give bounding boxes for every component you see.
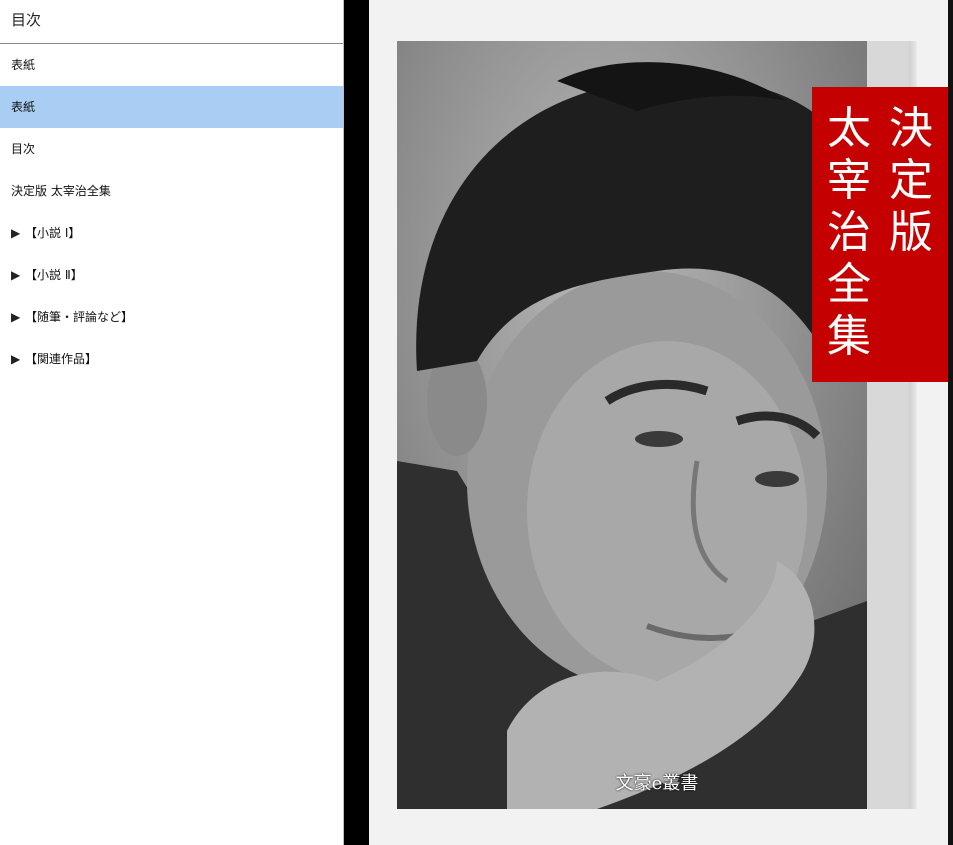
toc-item-label: 表紙	[11, 100, 36, 114]
expand-arrow-icon[interactable]: ▶	[11, 212, 25, 254]
toc-item-cover[interactable]: 表紙	[0, 44, 343, 86]
toc-item-cover-selected[interactable]: 表紙	[0, 86, 343, 128]
expand-arrow-icon[interactable]: ▶	[11, 254, 25, 296]
toc-item-novels-2[interactable]: ▶ 【小説 Ⅱ】	[0, 254, 343, 296]
cover-title-edition: 決定版	[889, 103, 933, 258]
cover-title-band: 決定版 太宰治全集	[812, 87, 949, 382]
toc-item-label: 【小説 Ⅰ】	[25, 226, 81, 240]
toc-list: 表紙 表紙 目次 決定版 太宰治全集 ▶ 【小説 Ⅰ】 ▶ 【小説 Ⅱ】 ▶ 【随筆・…	[0, 44, 343, 380]
toc-item-essays[interactable]: ▶ 【随筆・評論など】	[0, 296, 343, 338]
reader-page[interactable]: 文豪e叢書 決定版 太宰治全集	[369, 0, 949, 845]
toc-item-label: 表紙	[11, 58, 36, 72]
toc-title: 目次	[0, 0, 343, 44]
publisher-label: 文豪e叢書	[615, 773, 699, 794]
expand-arrow-icon[interactable]: ▶	[11, 296, 25, 338]
toc-item-label: 目次	[11, 142, 36, 156]
toc-item-contents[interactable]: 目次	[0, 128, 343, 170]
toc-item-label: 【関連作品】	[25, 352, 98, 366]
expand-arrow-icon[interactable]: ▶	[11, 338, 25, 380]
page-gutter	[344, 0, 369, 845]
toc-item-related-works[interactable]: ▶ 【関連作品】	[0, 338, 343, 380]
page-edge	[948, 0, 953, 845]
cover-title-collection: 太宰治全集	[827, 103, 871, 362]
toc-item-label: 【小説 Ⅱ】	[25, 268, 83, 282]
toc-item-label: 【随筆・評論など】	[25, 310, 134, 324]
toc-sidebar: 目次 表紙 表紙 目次 決定版 太宰治全集 ▶ 【小説 Ⅰ】 ▶ 【小説 Ⅱ】 ▶ 【…	[0, 0, 344, 845]
toc-item-novels-1[interactable]: ▶ 【小説 Ⅰ】	[0, 212, 343, 254]
toc-item-collection-title[interactable]: 決定版 太宰治全集	[0, 170, 343, 212]
toc-item-label: 決定版 太宰治全集	[11, 184, 111, 198]
